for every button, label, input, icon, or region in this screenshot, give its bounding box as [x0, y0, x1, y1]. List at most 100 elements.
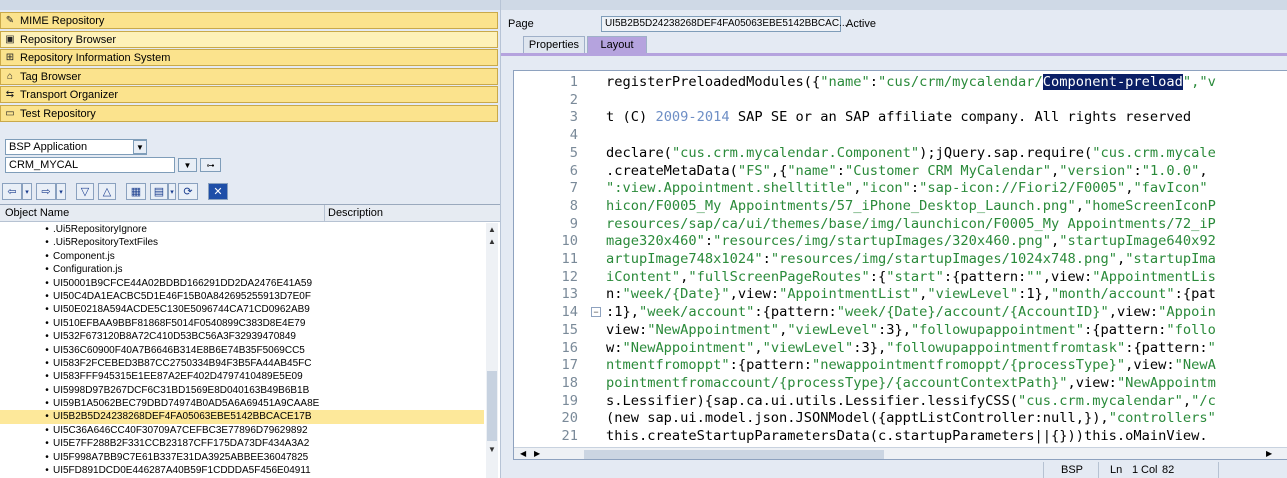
scroll-right-icon[interactable]: ▶: [1266, 449, 1272, 458]
close-icon[interactable]: ✕: [208, 183, 228, 200]
col-object-name[interactable]: Object Name: [5, 207, 69, 219]
code-line[interactable]: hicon/F0005_My Appointments/57_iPhone_De…: [606, 198, 1216, 214]
code-line[interactable]: resources/sap/ca/ui/themes/base/img/laun…: [606, 216, 1216, 232]
tab-layout[interactable]: Layout: [587, 36, 647, 53]
status-divider: [1043, 462, 1044, 478]
code-area[interactable]: registerPreloadedModules({"name":"cus/cr…: [606, 71, 1287, 447]
code-token: "/c: [1191, 392, 1216, 409]
tree-row[interactable]: • UI5998D97B267DCF6C31BD1569E8D040163B49B…: [0, 384, 484, 397]
code-line[interactable]: n:"week/{Date}",view:"AppointmentList","…: [606, 286, 1216, 302]
scroll-down-icon[interactable]: ▼: [488, 445, 496, 454]
code-editor[interactable]: 1 2 3 4 5 6 7 8 9 10 11 12 13 14 15 16 17 18 19 20 21 regist…: [513, 70, 1287, 460]
code-token: "follo: [1166, 321, 1216, 338]
tree-row[interactable]: • Configuration.js: [0, 263, 484, 276]
tree-row[interactable]: • UI50E0218A594ACDE5C130E5096744CA71CD096…: [0, 303, 484, 316]
object-name-input[interactable]: CRM_MYCAL: [5, 157, 175, 173]
code-token: "homeScreenIconP: [1083, 197, 1216, 214]
object-type-select[interactable]: BSP Application: [5, 139, 147, 155]
tree-row[interactable]: • UI583F2FCEBED3B87CC2750334B94F3B5FA44AB…: [0, 357, 484, 370]
code-token: "version": [1059, 162, 1134, 179]
editor-hscrollbar[interactable]: ◀ ▶ ▶: [514, 447, 1287, 459]
code-token: .createMetaData(: [606, 162, 738, 179]
nav-item-transport-organizer[interactable]: ⇆ Transport Organizer: [0, 86, 498, 103]
scroll-thumb[interactable]: [487, 371, 497, 441]
code-line[interactable]: artupImage748x1024":"resources/img/start…: [606, 251, 1216, 267]
tree-row[interactable]: • UI536C60900F40A7B6646B314E8B6E74B35F506…: [0, 344, 484, 357]
forward-menu-icon[interactable]: ▾: [56, 183, 66, 200]
code-token: n:: [606, 286, 623, 303]
scroll-left-icon[interactable]: ◀: [520, 449, 526, 458]
bullet-icon: •: [45, 398, 49, 410]
hierarchy-icon[interactable]: ▦: [126, 183, 146, 200]
back-button[interactable]: ⇦: [2, 183, 22, 200]
tree-row[interactable]: • UI59B1A5062BEC79DBD74974B0AD5A6A69451A9…: [0, 397, 484, 410]
chevron-down-icon[interactable]: ▼: [178, 158, 197, 172]
code-line[interactable]: this.createStartupParametersData(c.start…: [606, 428, 1208, 444]
status-type: BSP: [1061, 464, 1084, 476]
scroll-up-icon[interactable]: ▲: [488, 237, 496, 246]
nav-item-test-repository[interactable]: ▭ Test Repository: [0, 105, 498, 122]
scroll-right-icon[interactable]: ▶: [534, 449, 540, 458]
layout-icon[interactable]: ▤: [150, 183, 168, 200]
line-number: 9: [569, 215, 578, 232]
tree-row[interactable]: • UI50001B9CFCE44A02BDBD166291DD2DA2476E4…: [0, 277, 484, 290]
code-line[interactable]: declare("cus.crm.mycalendar.Component");…: [606, 145, 1216, 161]
tab-properties[interactable]: Properties: [523, 36, 585, 53]
line-number: 2: [569, 91, 578, 108]
expand-icon[interactable]: △: [98, 183, 116, 200]
refresh-icon[interactable]: ⟳: [178, 183, 198, 200]
tree-row[interactable]: • Component.js: [0, 250, 484, 263]
scroll-up-icon[interactable]: ▲: [488, 225, 496, 234]
code-token: ,view:: [1108, 304, 1159, 321]
display-glasses-icon[interactable]: ⊶: [200, 158, 221, 172]
back-menu-icon[interactable]: ▾: [22, 183, 32, 200]
tree-row-label: UI5E7FF288B2F331CCB23187CFF175DA73DF434A…: [53, 438, 310, 450]
tree-row[interactable]: • UI50C4DA1EACBC5D1E46F15B0A842695255913D…: [0, 290, 484, 303]
code-line[interactable]: pointmentfromaccount/{processType}/{acco…: [606, 375, 1216, 391]
line-number: 11: [561, 251, 578, 267]
forward-button[interactable]: ⇨: [36, 183, 56, 200]
fold-toggle-icon[interactable]: −: [591, 307, 601, 318]
code-line[interactable]: (new sap.ui.model.json.JSONModel({apptLi…: [606, 410, 1216, 426]
nav-item-label: Repository Browser: [20, 33, 116, 46]
code-line[interactable]: w:"NewAppointment","viewLevel":3},"follo…: [606, 340, 1216, 356]
code-line[interactable]: ntmentfromoppt":{pattern:"newappointment…: [606, 357, 1216, 373]
code-line[interactable]: ":view.Appointment.shelltitle","icon":"s…: [606, 180, 1208, 196]
code-line[interactable]: iContent","fullScreenPageRoutes":{"start…: [606, 269, 1216, 285]
code-token: "cus/crm/mycalendar/: [877, 74, 1043, 90]
nav-item-repository-information-system[interactable]: ⊞ Repository Information System: [0, 49, 498, 66]
code-line[interactable]: .createMetaData("FS",{"name":"Customer C…: [606, 163, 1208, 179]
tree-row[interactable]: • UI5C36A646CC40F30709A7CEFBC3E77896D7962…: [0, 424, 484, 437]
line-number: 13: [561, 286, 578, 303]
col-description[interactable]: Description: [328, 207, 383, 219]
collapse-icon[interactable]: ▽: [76, 183, 94, 200]
transport-icon: ⇆: [5, 89, 15, 100]
code-line[interactable]: :1},"week/account":{pattern:"week/{Date}…: [606, 304, 1216, 320]
code-line[interactable]: registerPreloadedModules({"name":"cus/cr…: [606, 74, 1216, 90]
code-line[interactable]: view:"NewAppointment","viewLevel":3},"fo…: [606, 322, 1216, 338]
tree-row[interactable]: • UI583FFF945315E1EE87A2EF402D4797410489E…: [0, 370, 484, 383]
nav-item-tag-browser[interactable]: ⌂ Tag Browser: [0, 68, 498, 85]
code-token: :{pattern:: [754, 304, 837, 321]
tree-scrollbar[interactable]: ▲ ▲ ▼: [486, 223, 498, 478]
tree-row[interactable]: • UI5F998A7BB9C7E61B337E31DA3925ABBEE3604…: [0, 451, 484, 464]
tree-row-label: UI583FFF945315E1EE87A2EF402D4797410489E5…: [53, 371, 303, 383]
chevron-down-icon[interactable]: ▼: [133, 140, 147, 154]
code-token: :{: [869, 268, 887, 285]
tree-row[interactable]: • UI510EFBAA9BBF81868F5014F0540899C383D8E…: [0, 317, 484, 330]
tree-row[interactable]: • .Ui5RepositoryTextFiles: [0, 236, 484, 249]
code-line[interactable]: t (C) 2009-2014 SAP SE or an SAP affilia…: [606, 109, 1191, 125]
hscroll-thumb[interactable]: [584, 450, 884, 459]
nav-item-repository-browser[interactable]: ▣ Repository Browser: [0, 31, 498, 48]
code-line[interactable]: mage320x460":"resources/img/startupImage…: [606, 233, 1216, 249]
tree-row[interactable]: • UI5E7FF288B2F331CCB23187CFF175DA73DF434…: [0, 437, 484, 450]
nav-item-mime-repository[interactable]: ✎ MIME Repository: [0, 12, 498, 29]
code-token: "followupappointment": [910, 321, 1084, 338]
code-line[interactable]: s.Lessifier){sap.ca.ui.utils.Lessifier.l…: [606, 393, 1216, 409]
tree-row[interactable]: • UI5FD891DCD0E446287A40B59F1CDDDA5F456E0…: [0, 464, 484, 477]
tree-row[interactable]: • UI5B2B5D24238268DEF4FA05063EBE5142BBCAC…: [0, 410, 484, 424]
tree-row[interactable]: • UI532F673120B8A72C410D53BC56A3F32939470…: [0, 330, 484, 343]
tree-row-label: UI50001B9CFCE44A02BDBD166291DD2DA2476E41…: [53, 277, 313, 289]
layout-menu-icon[interactable]: ▾: [168, 183, 176, 200]
tree-row[interactable]: • .Ui5RepositoryIgnore: [0, 223, 484, 236]
